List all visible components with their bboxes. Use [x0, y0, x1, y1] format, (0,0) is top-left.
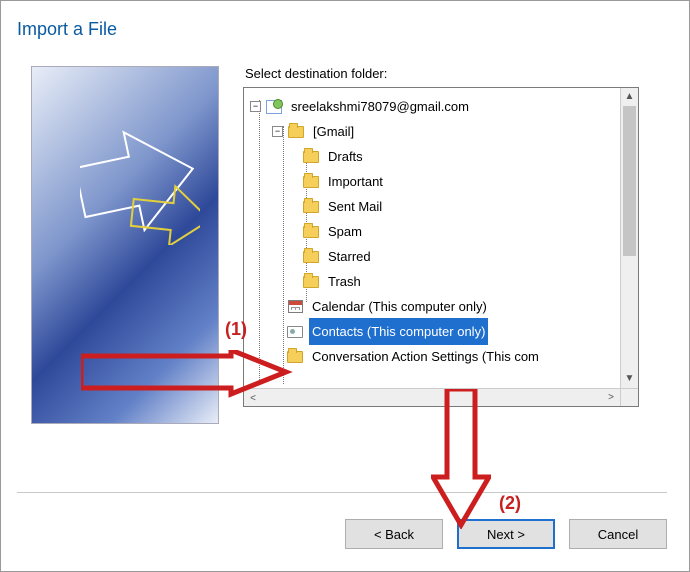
- tree-node-sent-mail[interactable]: Sent Mail: [302, 194, 618, 219]
- tree-label: Calendar (This computer only): [309, 293, 490, 320]
- folder-icon: [302, 275, 320, 289]
- scroll-left-icon[interactable]: <: [244, 390, 262, 407]
- folder-tree[interactable]: − sreelakshmi78079@gmail.com − [Gmail] D…: [243, 87, 639, 407]
- scroll-down-icon[interactable]: ▼: [621, 370, 638, 388]
- tree-node-gmail[interactable]: − [Gmail]: [272, 119, 618, 144]
- folder-icon: [302, 225, 320, 239]
- collapse-toggle-icon[interactable]: −: [272, 126, 283, 137]
- scroll-corner: [620, 388, 638, 406]
- tree-node-starred[interactable]: Starred: [302, 244, 618, 269]
- folder-icon: [302, 200, 320, 214]
- calendar-icon: [286, 300, 304, 314]
- next-button[interactable]: Next >: [457, 519, 555, 549]
- vertical-scrollbar[interactable]: ▲ ▼: [620, 88, 638, 388]
- collapse-toggle-icon[interactable]: −: [250, 101, 261, 112]
- tree-node-drafts[interactable]: Drafts: [302, 144, 618, 169]
- destination-folder-label: Select destination folder:: [245, 66, 665, 81]
- tree-label: Trash: [325, 268, 364, 295]
- tree-node-important[interactable]: Important: [302, 169, 618, 194]
- tree-label: Sent Mail: [325, 193, 385, 220]
- contacts-icon: [286, 325, 304, 339]
- cancel-button[interactable]: Cancel: [569, 519, 667, 549]
- tree-node-account[interactable]: − sreelakshmi78079@gmail.com: [250, 94, 618, 119]
- scroll-thumb[interactable]: [623, 106, 636, 256]
- tree-label: sreelakshmi78079@gmail.com: [288, 93, 472, 120]
- horizontal-scrollbar[interactable]: < >: [244, 388, 620, 406]
- folder-icon: [286, 350, 304, 364]
- tree-label: Conversation Action Settings (This com: [309, 343, 542, 370]
- tree-label: Contacts (This computer only): [309, 318, 488, 345]
- dialog-title: Import a File: [1, 1, 689, 40]
- scroll-up-icon[interactable]: ▲: [621, 88, 638, 106]
- tree-node-conversation-settings[interactable]: Conversation Action Settings (This com: [286, 344, 618, 369]
- folder-icon: [302, 250, 320, 264]
- scroll-right-icon[interactable]: >: [602, 389, 620, 406]
- arrow-graphic-icon: [80, 125, 200, 245]
- tree-node-trash[interactable]: Trash: [302, 269, 618, 294]
- tree-node-spam[interactable]: Spam: [302, 219, 618, 244]
- tree-label: Important: [325, 168, 386, 195]
- tree-label: Spam: [325, 218, 365, 245]
- tree-label: Starred: [325, 243, 374, 270]
- tree-node-contacts[interactable]: Contacts (This computer only): [286, 319, 618, 344]
- dialog-buttons: < Back Next > Cancel: [345, 519, 667, 549]
- divider: [17, 492, 667, 493]
- wizard-graphic: [31, 66, 219, 424]
- tree-label: [Gmail]: [310, 118, 357, 145]
- annotation-number-2: (2): [499, 493, 521, 514]
- folder-icon: [302, 175, 320, 189]
- tree-label: Drafts: [325, 143, 366, 170]
- dialog-content: Select destination folder: − sreelakshmi…: [1, 40, 689, 424]
- tree-root: − sreelakshmi78079@gmail.com − [Gmail] D…: [246, 90, 618, 369]
- tree-scroll-area: − sreelakshmi78079@gmail.com − [Gmail] D…: [246, 90, 618, 386]
- right-pane: Select destination folder: − sreelakshmi…: [243, 66, 665, 424]
- back-button[interactable]: < Back: [345, 519, 443, 549]
- folder-icon: [287, 125, 305, 139]
- folder-icon: [302, 150, 320, 164]
- import-file-dialog: Import a File Select destination folder:…: [0, 0, 690, 572]
- account-icon: [265, 100, 283, 114]
- tree-node-calendar[interactable]: Calendar (This computer only): [286, 294, 618, 319]
